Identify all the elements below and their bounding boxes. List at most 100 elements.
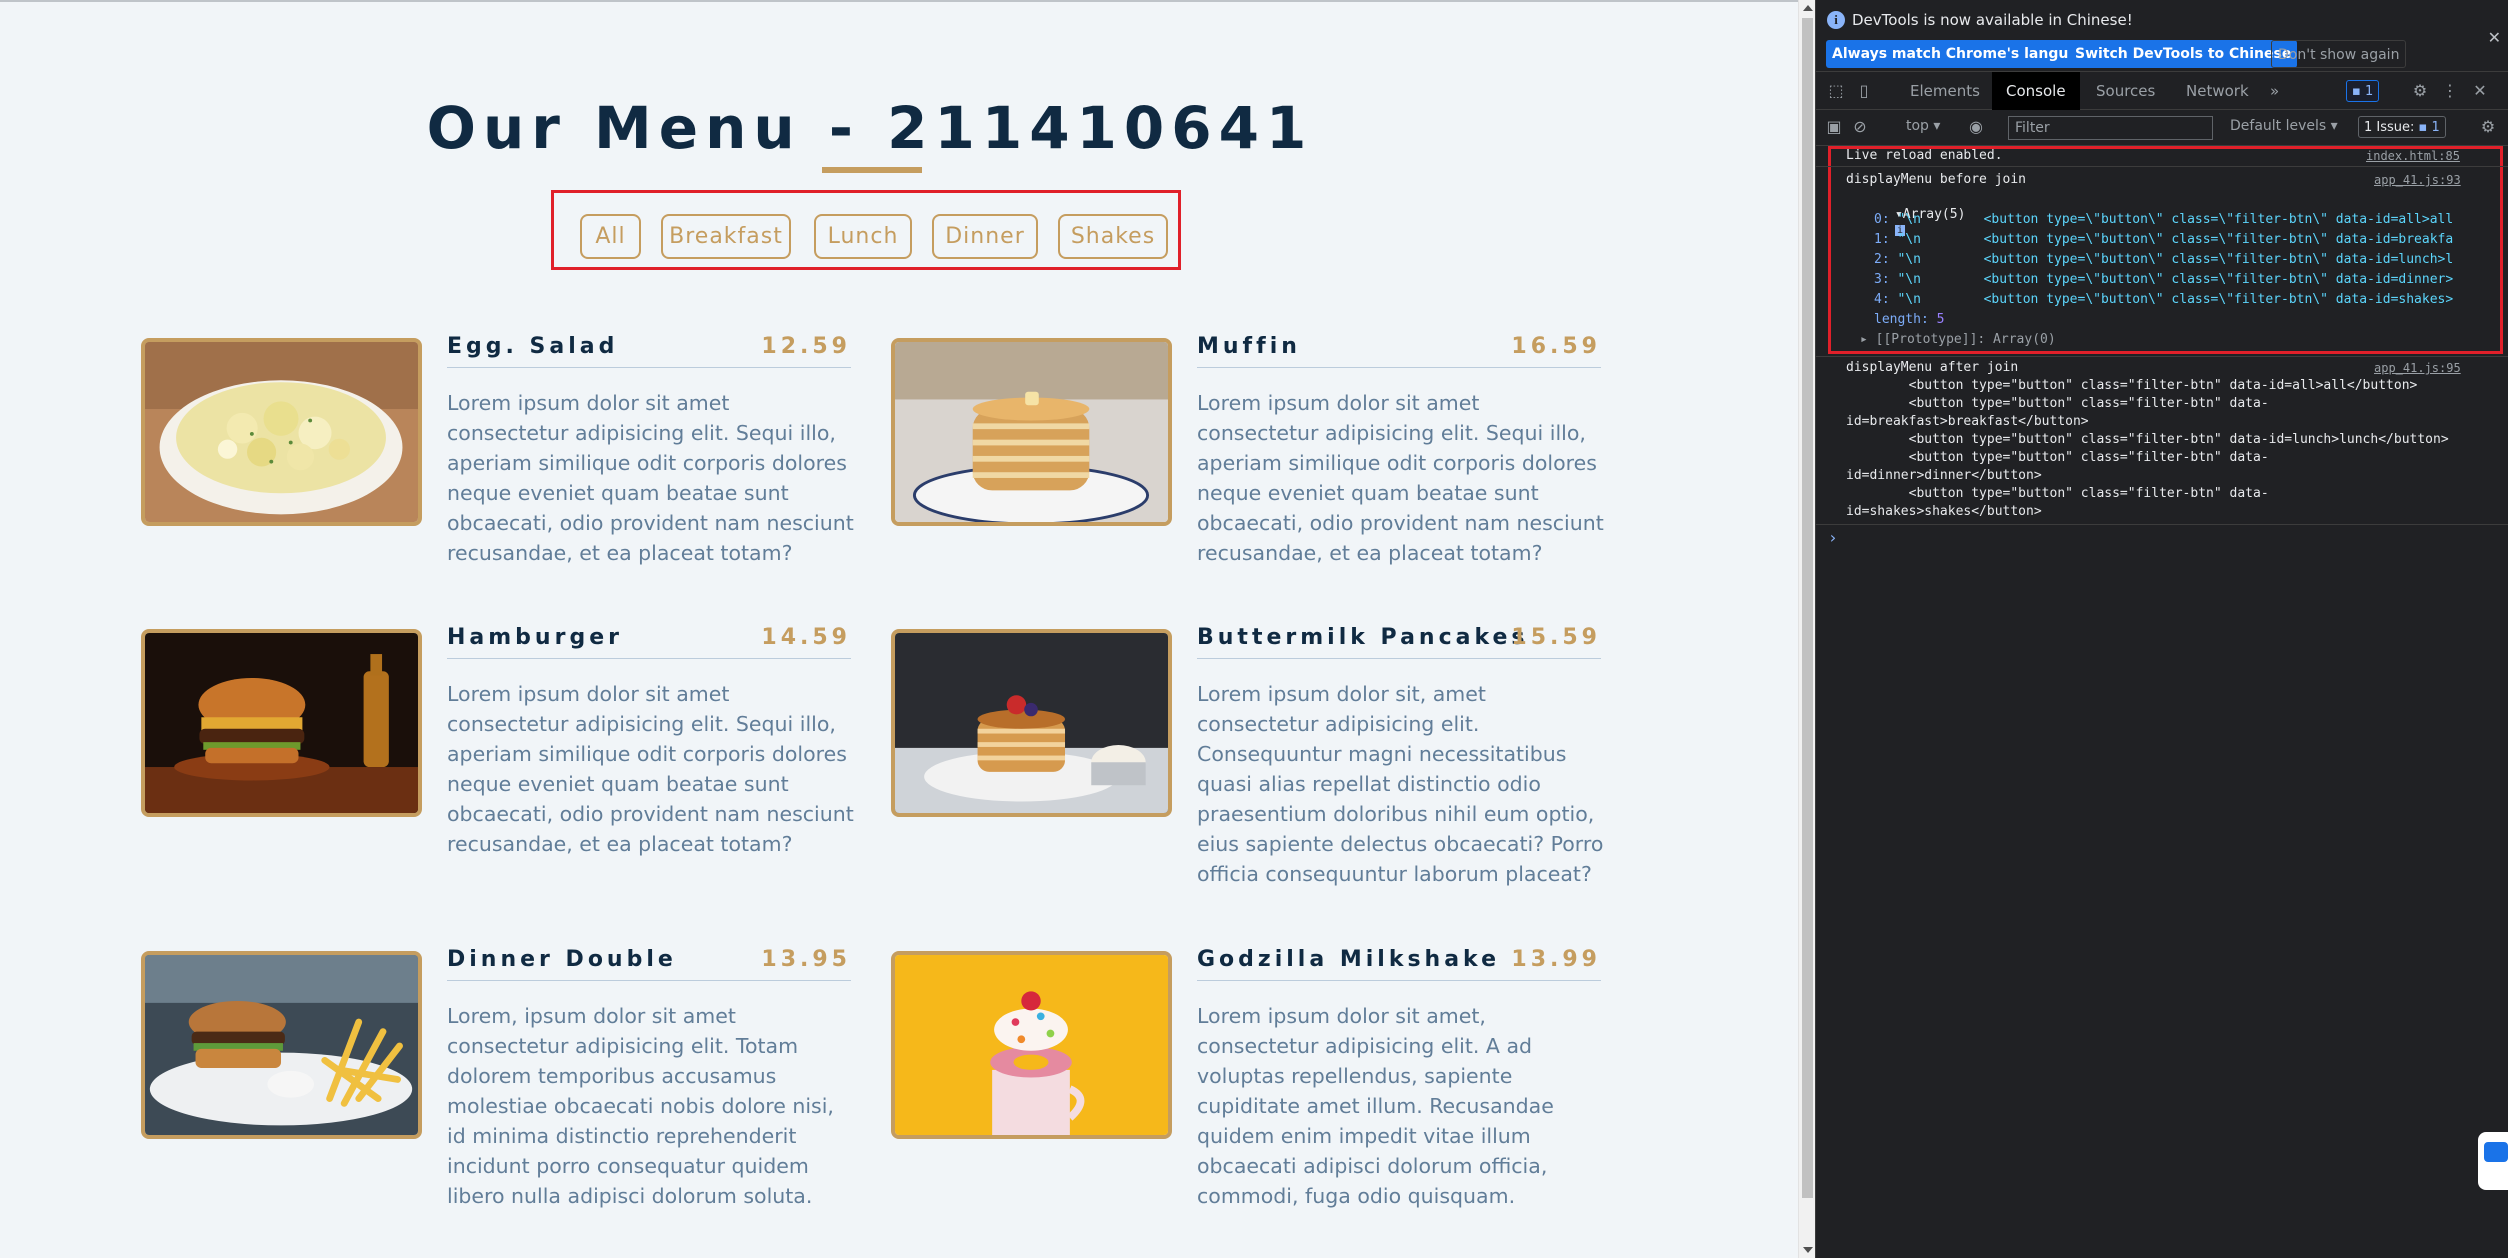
tab-sources[interactable]: Sources (2082, 72, 2169, 110)
item-description: Lorem ipsum dolor sit, amet consectetur … (1197, 682, 1604, 886)
issues-count: 1 (2431, 120, 2440, 135)
dropdown-arrow-icon: ▾ (2330, 118, 2338, 134)
scroll-down-icon[interactable] (1803, 1247, 1813, 1253)
settings-gear-icon[interactable]: ⚙ (2410, 81, 2430, 101)
item-header: Egg. Salad 12.59 (447, 334, 851, 368)
message-icon: ▪ (2352, 84, 2365, 99)
hamburger-photo (141, 629, 422, 817)
language-infobar: i DevTools is now available in Chinese! … (1816, 0, 2508, 72)
close-icon[interactable]: ✕ (2488, 28, 2501, 47)
filter-btn-shakes[interactable]: Shakes (1058, 214, 1168, 259)
item-name: Godzilla Milkshake (1197, 947, 1501, 972)
log-after-line: id=shakes>shakes</button> (1846, 504, 2042, 519)
array-entry[interactable]: 1: "\n <button type=\"button\" class=\"f… (1874, 232, 2453, 247)
sidebar-toggle-icon[interactable]: ▣ (1824, 117, 1844, 137)
filter-btn-all[interactable]: All (580, 214, 641, 259)
log-levels-value: Default levels (2230, 118, 2327, 134)
item-header: Dinner Double 13.95 (447, 947, 851, 981)
console-settings-gear-icon[interactable]: ⚙ (2478, 117, 2498, 137)
item-price: 16.59 (1511, 334, 1601, 359)
log-after-line: id=dinner>dinner</button> (1846, 468, 2042, 483)
page-title: Our Menu - 211410641 (426, 94, 1314, 162)
message-divider (1816, 524, 2508, 525)
item-name: Hamburger (447, 625, 623, 650)
item-description: Lorem ipsum dolor sit amet consectetur a… (447, 682, 854, 856)
array-value: "\n <button type=\"button\" class=\"filt… (1897, 212, 2454, 227)
console-filter-input[interactable]: Filter (2008, 116, 2213, 140)
milkshake-photo (891, 951, 1172, 1139)
expand-triangle-icon: ▸ (1860, 332, 1876, 347)
tab-network[interactable]: Network (2172, 72, 2263, 110)
log-after-join: displayMenu after join (1846, 360, 2019, 375)
always-match-language-button[interactable]: Always match Chrome's language (1826, 40, 2104, 68)
more-tabs-icon[interactable]: » (2256, 72, 2293, 110)
message-divider (1816, 166, 2508, 167)
context-select[interactable]: top ▾ (1906, 118, 1940, 134)
inspect-element-icon[interactable]: ⬚ (1826, 81, 1846, 101)
switch-to-chinese-button[interactable]: Switch DevTools to Chinese (2069, 40, 2298, 68)
live-expression-eye-icon[interactable]: ◉ (1966, 117, 1986, 137)
tab-console[interactable]: Console (1992, 72, 2080, 110)
source-link[interactable]: app_41.js:95 (2374, 361, 2461, 375)
devtools-tabbar: ⬚ ▯ Elements Console Sources Network » ▪… (1816, 72, 2508, 110)
pancake-stack-photo (891, 338, 1172, 526)
item-description: Lorem ipsum dolor sit amet consectetur a… (1197, 391, 1604, 565)
page-scrollbar[interactable] (1798, 0, 1815, 1258)
source-link[interactable]: app_41.js:93 (2374, 173, 2461, 187)
array-entry[interactable]: 4: "\n <button type=\"button\" class=\"f… (1874, 292, 2453, 307)
array-index: 4: (1874, 292, 1890, 307)
clear-console-icon[interactable]: ⊘ (1850, 117, 1870, 137)
length-value: 5 (1936, 312, 1945, 327)
item-price: 13.99 (1511, 947, 1601, 972)
console-toolbar: ▣ ⊘ top ▾ ◉ Filter Default levels ▾ 1 Is… (1816, 110, 2508, 146)
console-output: Live reload enabled. index.html:85 displ… (1816, 146, 2508, 1258)
scroll-up-icon[interactable] (1803, 5, 1813, 11)
array-index: 0: (1874, 212, 1890, 227)
device-toolbar-icon[interactable]: ▯ (1854, 81, 1874, 101)
more-options-icon[interactable]: ⋮ (2440, 81, 2460, 101)
log-after-line: <button type="button" class="filter-btn"… (1846, 396, 2269, 411)
item-header: Buttermilk Pancakes 15.59 (1197, 625, 1601, 659)
item-description: Lorem ipsum dolor sit amet consectetur a… (447, 391, 854, 565)
log-after-line: id=breakfast>breakfast</button> (1846, 414, 2089, 429)
item-header: Hamburger 14.59 (447, 625, 851, 659)
log-levels-select[interactable]: Default levels ▾ (2230, 118, 2338, 134)
array-entry[interactable]: 3: "\n <button type=\"button\" class=\"f… (1874, 272, 2453, 287)
scroll-thumb[interactable] (1802, 18, 1813, 1198)
source-link[interactable]: index.html:85 (2366, 149, 2460, 163)
dropdown-arrow-icon: ▾ (1933, 118, 1941, 134)
array-entry[interactable]: 2: "\n <button type=\"button\" class=\"f… (1874, 252, 2453, 267)
item-description: Lorem, ipsum dolor sit amet consectetur … (447, 1004, 834, 1208)
filter-btn-lunch[interactable]: Lunch (814, 214, 912, 259)
array-prototype[interactable]: ▸ [[Prototype]]: Array(0) (1860, 332, 2056, 347)
length-key: length: (1874, 312, 1929, 327)
message-divider (1816, 356, 2508, 357)
issues-button[interactable]: 1 Issue: ▪ 1 (2358, 116, 2446, 138)
log-after-line: <button type="button" class="filter-btn"… (1846, 378, 2418, 393)
close-devtools-icon[interactable]: ✕ (2470, 81, 2490, 101)
array-index: 1: (1874, 232, 1890, 247)
item-name: Buttermilk Pancakes (1197, 625, 1529, 650)
issue-icon: ▪ (2418, 120, 2428, 135)
floating-widget[interactable] (2478, 1132, 2508, 1190)
egg-salad-photo (141, 338, 422, 526)
item-price: 14.59 (761, 625, 851, 650)
array-entry[interactable]: 0: "\n <button type=\"button\" class=\"f… (1874, 212, 2453, 227)
menu-page: Our Menu - 211410641 All Breakfast Lunch… (0, 0, 1798, 1258)
item-name: Muffin (1197, 334, 1301, 359)
filter-btn-breakfast[interactable]: Breakfast (661, 214, 791, 259)
array-value: "\n <button type=\"button\" class=\"filt… (1897, 292, 2454, 307)
dont-show-again-button[interactable]: Don't show again (2271, 40, 2407, 68)
array-value: "\n <button type=\"button\" class=\"filt… (1897, 252, 2454, 267)
devtools-panel: i DevTools is now available in Chinese! … (1815, 0, 2508, 1258)
tab-elements[interactable]: Elements (1896, 72, 1994, 110)
console-prompt-icon[interactable]: › (1828, 528, 1838, 547)
messages-count: 1 (2364, 84, 2374, 99)
burger-fries-photo (141, 951, 422, 1139)
messages-badge[interactable]: ▪ 1 (2346, 80, 2380, 102)
array-length: length: 5 (1874, 312, 1944, 327)
issues-label: 1 Issue: (2364, 120, 2415, 135)
filter-btn-dinner[interactable]: Dinner (932, 214, 1038, 259)
array-index: 3: (1874, 272, 1890, 287)
log-after-line: <button type="button" class="filter-btn"… (1846, 486, 2269, 501)
